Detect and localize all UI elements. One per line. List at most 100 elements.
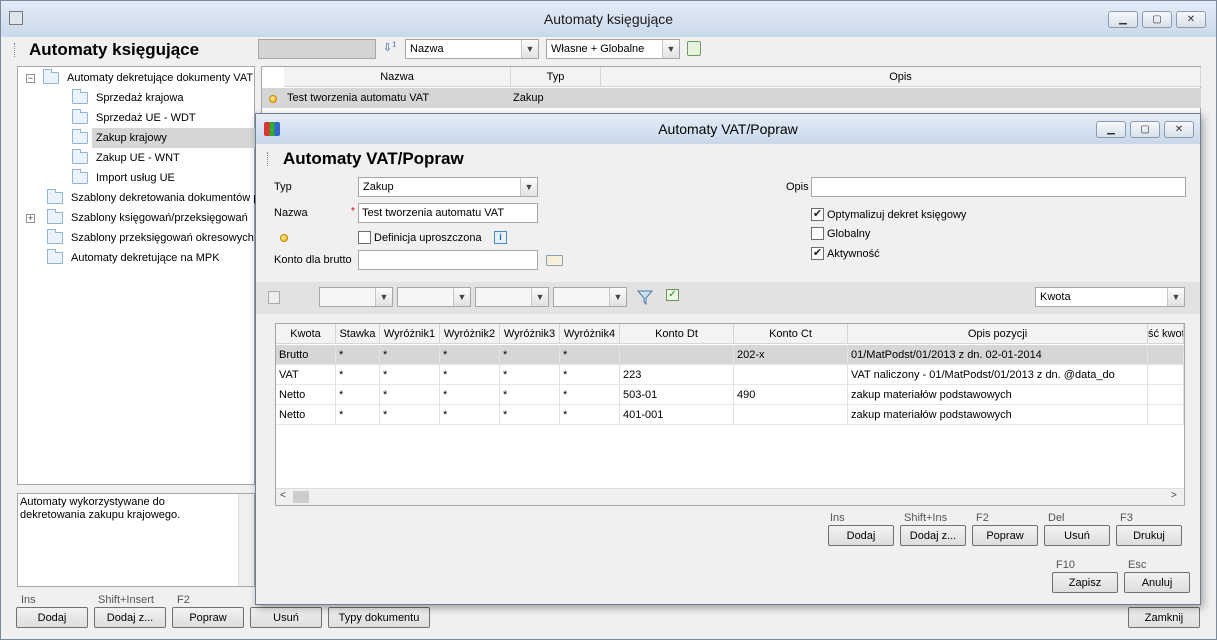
cell-w2[interactable]: * [440,385,500,405]
column-header-konto-ct[interactable]: Konto Ct [734,324,848,344]
collapse-icon[interactable]: − [26,73,35,83]
tree-item-szablony-ksiegowan[interactable]: + Szablony księgowań/przeksięgowań [26,209,248,227]
close-button[interactable]: Zamknij [1128,607,1200,628]
document-types-button[interactable]: Typy dokumentu [328,607,430,628]
column-header-stawka[interactable]: Stawka [336,324,380,344]
cell-w2[interactable]: * [440,405,500,425]
save-button[interactable]: Zapisz [1052,572,1118,593]
cell-w2[interactable]: * [440,345,500,365]
folder-browse-icon[interactable] [546,255,563,266]
horizontal-scrollbar[interactable]: < > [276,488,1184,505]
global-checkbox[interactable] [811,227,824,240]
column-header-czesc-kwoty[interactable]: ść kwoty [1148,324,1184,344]
expand-icon[interactable]: + [26,213,35,223]
filter-select-2[interactable]: ▼ [397,287,471,307]
cell-w4[interactable]: * [560,365,620,385]
column-header-konto-dt[interactable]: Konto Dt [620,324,734,344]
cell-w2[interactable]: * [440,365,500,385]
cell-w4[interactable]: * [560,345,620,365]
opis-input[interactable] [811,177,1186,197]
cell-dt[interactable]: 401-001 [620,405,734,425]
dlg-add-button[interactable]: Dodaj [828,525,894,546]
cell-w3[interactable]: * [500,405,560,425]
table-row[interactable]: Brutto * * * * * 202-x 01/MatPodst/01/2013 z dn… [276,345,1184,365]
cell-opis[interactable]: 01/MatPodst/01/2013 z dn. 02-01-2014 [848,345,1148,365]
cell-kwota[interactable]: VAT [276,365,336,385]
close-window-button[interactable]: ✕ [1176,11,1206,28]
column-header-wyroznik3[interactable]: Wyróżnik3 [500,324,560,344]
dialog-maximize-button[interactable]: ▢ [1130,121,1160,138]
add-copy-button[interactable]: Dodaj z... [94,607,166,628]
filter-select-4[interactable]: ▼ [553,287,627,307]
cell-w3[interactable]: * [500,365,560,385]
cell-stawka[interactable]: * [336,385,380,405]
cell-opis[interactable]: zakup materiałów podstawowych [848,405,1148,425]
tree-item-zakup-krajowy[interactable]: Zakup krajowy [72,129,167,147]
tree-item-szablony-okresowych[interactable]: Szablony przeksięgowań okresowych [47,229,254,247]
cell-dt[interactable] [620,345,734,365]
cell-kwota[interactable]: Netto [276,385,336,405]
delete-button[interactable]: Usuń [250,607,322,628]
filter-select-3[interactable]: ▼ [475,287,549,307]
konto-brutto-input[interactable] [358,250,538,270]
info-icon[interactable]: i [494,231,507,244]
scroll-right-icon[interactable]: > [1171,490,1177,501]
column-header-wyroznik1[interactable]: Wyróżnik1 [380,324,440,344]
dialog-close-button[interactable]: ✕ [1164,121,1194,138]
tree-item-szablony-dekretowania[interactable]: Szablony dekretowania dokumentów p [47,189,259,207]
cell-w4[interactable]: * [560,405,620,425]
column-header-opis-pozycji[interactable]: Opis pozycji [848,324,1148,344]
cell-kwota[interactable]: Netto [276,405,336,425]
apply-filter-icon[interactable]: ✓ [666,289,679,301]
scroll-left-icon[interactable]: < [280,490,286,501]
move-icon[interactable] [268,291,280,304]
cell-w4[interactable]: * [560,385,620,405]
dlg-add-copy-button[interactable]: Dodaj z... [900,525,966,546]
table-row[interactable]: Netto * * * * * 401-001 zakup materiałów podsta… [276,405,1184,425]
tree-item-zakup-ue[interactable]: Zakup UE - WNT [72,149,180,167]
tree-item-sprzedaz-krajowa[interactable]: Sprzedaż krajowa [72,89,183,107]
cell-w3[interactable]: * [500,345,560,365]
tree-item-import[interactable]: Import usług UE [72,169,175,187]
tree-item-mpk[interactable]: Automaty dekretujące na MPK [47,249,220,267]
cell-dt[interactable]: 503-01 [620,385,734,405]
cell-extra[interactable] [1148,405,1184,425]
cell-opis[interactable]: zakup materiałów podstawowych [848,385,1148,405]
column-header-wyroznik4[interactable]: Wyróżnik4 [560,324,620,344]
minimize-button[interactable]: ▁ [1108,11,1138,28]
cell-w3[interactable]: * [500,385,560,405]
cell-stawka[interactable]: * [336,365,380,385]
active-checkbox[interactable]: ✔ [811,247,824,260]
cell-ct[interactable] [734,405,848,425]
column-header-kwota[interactable]: Kwota [276,324,336,344]
cell-w1[interactable]: * [380,405,440,425]
optimize-checkbox[interactable]: ✔ [811,208,824,221]
simplified-checkbox[interactable] [358,231,371,244]
cell-extra[interactable] [1148,365,1184,385]
dlg-edit-button[interactable]: Popraw [972,525,1038,546]
tree-item-sprzedaz-ue[interactable]: Sprzedaż UE - WDT [72,109,196,127]
column-header-typ[interactable]: Typ [511,67,601,87]
filter-select-1[interactable]: ▼ [319,287,393,307]
filter-icon[interactable] [637,290,653,305]
sort-field-select[interactable]: Nazwa ▼ [405,39,539,59]
sort-icon[interactable]: ⇩1 [383,41,396,54]
scroll-thumb[interactable] [293,491,309,503]
add-button[interactable]: Dodaj [16,607,88,628]
table-row[interactable]: Test tworzenia automatu VAT Zakup [262,88,1201,108]
amount-select[interactable]: Kwota ▼ [1035,287,1185,307]
tree-item-vat[interactable]: − Automaty dekretujące dokumenty VAT [26,69,253,87]
cell-w1[interactable]: * [380,385,440,405]
dialog-minimize-button[interactable]: ▁ [1096,121,1126,138]
dlg-delete-button[interactable]: Usuń [1044,525,1110,546]
cell-extra[interactable] [1148,385,1184,405]
cell-w1[interactable]: * [380,365,440,385]
cell-dt[interactable]: 223 [620,365,734,385]
cell-kwota[interactable]: Brutto [276,345,336,365]
column-header-opis[interactable]: Opis [601,67,1201,87]
typ-select[interactable]: Zakup ▼ [358,177,538,197]
scope-filter-select[interactable]: Własne + Globalne ▼ [546,39,680,59]
nazwa-input[interactable]: Test tworzenia automatu VAT [358,203,538,223]
table-row[interactable]: VAT * * * * * 223 VAT naliczony - 01/MatPodst/0… [276,365,1184,385]
search-input[interactable] [258,39,376,59]
